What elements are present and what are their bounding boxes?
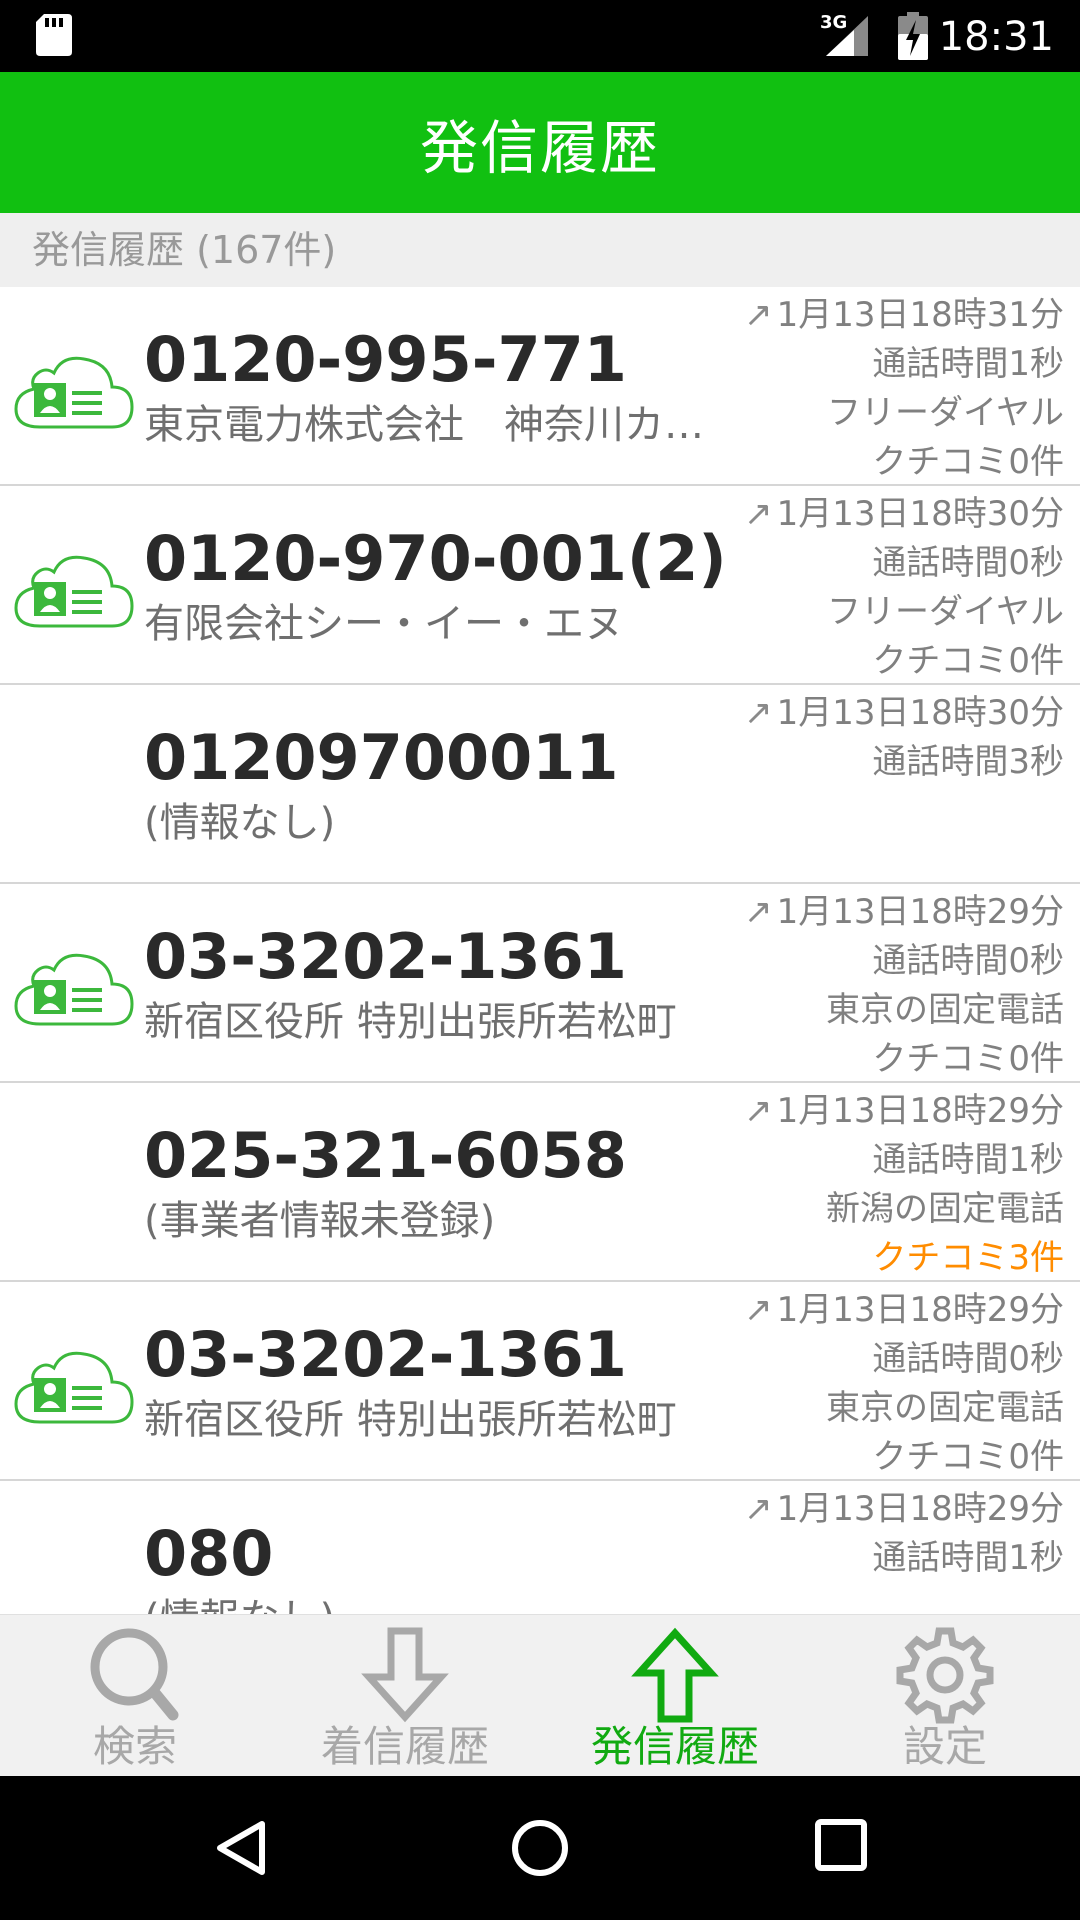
phone-number: 080 xyxy=(144,1517,274,1590)
call-duration: 通話時間0秒 xyxy=(872,543,1064,583)
call-row[interactable]: 03-3202-1361 新宿区役所 特別出張所若松町 ↗ 1月13日18時29分 … xyxy=(0,1282,1080,1481)
tab-settings[interactable]: 設定 xyxy=(810,1615,1080,1777)
kuchikomi-count: クチコミ0件 xyxy=(872,1437,1064,1477)
call-meta: ↗ 1月13日18時30分 通話時間3秒 xyxy=(744,689,1064,787)
tab-outgoing-label: 発信履歴 xyxy=(590,1722,759,1771)
sd-card-icon xyxy=(36,14,72,56)
home-icon[interactable] xyxy=(510,1818,570,1878)
status-bar: 3G 18:31 xyxy=(0,0,1080,72)
call-meta: ↗ 1月13日18時29分 通話時間1秒新潟の固定電話クチコミ3件 xyxy=(744,1087,1064,1283)
phone-number: 03-3202-1361 xyxy=(144,920,627,993)
call-row[interactable]: 025-321-6058 (事業者情報未登録) ↗ 1月13日18時29分 通話時間… xyxy=(0,1083,1080,1282)
page-title: 発信履歴 xyxy=(419,113,660,182)
contact-cloud-icon xyxy=(14,356,134,429)
bottom-navigation: 検索 着信履歴 発信履歴 設定 xyxy=(0,1614,1080,1777)
tab-search[interactable]: 検索 xyxy=(0,1615,270,1777)
call-duration: 通話時間0秒 xyxy=(872,1339,1064,1379)
call-datetime: 1月13日18時29分 xyxy=(776,1091,1064,1131)
caller-name: 東京電力株式会社 神奈川カ… xyxy=(144,402,704,448)
kuchikomi-count: クチコミ0件 xyxy=(872,641,1064,681)
line-type: フリーダイヤル xyxy=(827,393,1064,433)
outgoing-arrow-icon: ↗ xyxy=(744,494,773,534)
call-datetime-line: ↗ 1月13日18時29分 xyxy=(744,888,1064,937)
call-row[interactable]: 0120-970-001(2) 有限会社シー・イー・エヌ ↗ 1月13日18時30分… xyxy=(0,486,1080,685)
signal-3g-icon: 3G xyxy=(820,12,868,56)
app-bar: 発信履歴 xyxy=(0,72,1080,213)
call-meta: ↗ 1月13日18時29分 通話時間1秒 xyxy=(744,1485,1064,1583)
contact-cloud-icon xyxy=(14,555,134,628)
call-row[interactable]: 03-3202-1361 新宿区役所 特別出張所若松町 ↗ 1月13日18時29分 … xyxy=(0,884,1080,1083)
caller-name: 有限会社シー・イー・エヌ xyxy=(144,601,624,647)
call-history-list[interactable]: 0120-995-771 東京電力株式会社 神奈川カ… ↗ 1月13日18時31分 … xyxy=(0,287,1080,1614)
caller-name: 新宿区役所 特別出張所若松町 xyxy=(144,1397,677,1443)
caller-name: (情報なし) xyxy=(144,1593,724,1614)
phone-number: 025-321-6058 xyxy=(144,1119,627,1192)
call-duration: 通話時間0秒 xyxy=(872,941,1064,981)
section-header: 発信履歴 (167件) xyxy=(0,213,1080,287)
tab-search-label: 検索 xyxy=(92,1722,177,1771)
call-datetime-line: ↗ 1月13日18時31分 xyxy=(744,291,1064,340)
call-meta: ↗ 1月13日18時31分 通話時間1秒フリーダイヤルクチコミ0件 xyxy=(744,291,1064,487)
back-icon[interactable] xyxy=(212,1818,272,1878)
outgoing-arrow-icon: ↗ xyxy=(744,693,773,733)
call-datetime: 1月13日18時29分 xyxy=(776,1290,1064,1330)
kuchikomi-count[interactable]: クチコミ3件 xyxy=(744,1234,1064,1283)
outgoing-arrow-icon: ↗ xyxy=(744,1290,773,1330)
outgoing-arrow-icon: ↗ xyxy=(744,1091,773,1131)
call-datetime: 1月13日18時30分 xyxy=(776,494,1064,534)
network-type: 3G xyxy=(820,12,847,33)
call-row[interactable]: 01209700011 (情報なし) ↗ 1月13日18時30分 通話時間3秒 xyxy=(0,685,1080,884)
outgoing-arrow-icon: ↗ xyxy=(744,892,773,932)
call-duration: 通話時間1秒 xyxy=(872,344,1064,384)
call-meta: ↗ 1月13日18時29分 通話時間0秒東京の固定電話クチコミ0件 xyxy=(744,1286,1064,1482)
clock: 18:31 xyxy=(938,14,1054,60)
kuchikomi-count: クチコミ0件 xyxy=(872,1039,1064,1079)
call-datetime: 1月13日18時29分 xyxy=(776,1489,1064,1529)
tab-incoming-history[interactable]: 着信履歴 xyxy=(270,1615,540,1777)
line-type: 東京の固定電話 xyxy=(826,990,1064,1030)
call-datetime-line: ↗ 1月13日18時29分 xyxy=(744,1286,1064,1335)
call-datetime-line: ↗ 1月13日18時30分 xyxy=(744,689,1064,738)
call-row[interactable]: 080 (情報なし) ↗1月13日18時29分 通話時間1秒 xyxy=(0,1481,1080,1614)
line-type: フリーダイヤル xyxy=(827,592,1064,632)
call-datetime-line: ↗ 1月13日18時29分 xyxy=(744,1087,1064,1136)
call-datetime-line: ↗ 1月13日18時29分 xyxy=(744,1485,1064,1534)
tab-incoming-label: 着信履歴 xyxy=(320,1722,489,1771)
recents-icon[interactable] xyxy=(814,1818,868,1872)
kuchikomi-count: クチコミ0件 xyxy=(872,442,1064,482)
arrow-up-icon xyxy=(631,1627,719,1723)
system-navigation-bar xyxy=(0,1776,1080,1920)
arrow-down-icon xyxy=(361,1627,449,1723)
call-meta: ↗ 1月13日18時29分 通話時間0秒東京の固定電話クチコミ0件 xyxy=(744,888,1064,1084)
caller-name: (事業者情報未登録) xyxy=(144,1198,496,1244)
call-meta: ↗ 1月13日18時30分 通話時間0秒フリーダイヤルクチコミ0件 xyxy=(744,490,1064,686)
outgoing-arrow-icon: ↗ xyxy=(744,295,773,335)
call-duration: 通話時間1秒 xyxy=(872,1140,1064,1180)
call-duration: 通話時間1秒 xyxy=(872,1538,1064,1578)
gear-icon xyxy=(896,1627,994,1724)
search-icon xyxy=(90,1628,179,1721)
battery-charging-icon xyxy=(898,12,928,60)
tab-outgoing-history[interactable]: 発信履歴 xyxy=(540,1615,810,1777)
caller-name: (情報なし) xyxy=(144,800,336,846)
call-datetime: 1月13日18時29分 xyxy=(776,892,1064,932)
contact-cloud-icon xyxy=(14,953,134,1026)
caller-name: 新宿区役所 特別出張所若松町 xyxy=(144,999,677,1045)
call-row[interactable]: 0120-995-771 東京電力株式会社 神奈川カ… ↗ 1月13日18時31分 … xyxy=(0,287,1080,486)
call-datetime: 1月13日18時31分 xyxy=(776,295,1064,335)
contact-cloud-icon xyxy=(14,1351,134,1424)
phone-number: 01209700011 xyxy=(144,721,619,794)
call-duration: 通話時間3秒 xyxy=(872,742,1064,782)
tab-settings-label: 設定 xyxy=(902,1722,987,1771)
call-datetime: 1月13日18時30分 xyxy=(776,693,1064,733)
phone-number: 03-3202-1361 xyxy=(144,1318,627,1391)
call-datetime-line: ↗ 1月13日18時30分 xyxy=(744,490,1064,539)
phone-number: 0120-970-001(2) xyxy=(144,522,727,595)
line-type: 東京の固定電話 xyxy=(826,1388,1064,1428)
phone-number: 0120-995-771 xyxy=(144,323,627,396)
outgoing-arrow-icon: ↗ xyxy=(744,1489,773,1529)
line-type: 新潟の固定電話 xyxy=(826,1189,1064,1229)
